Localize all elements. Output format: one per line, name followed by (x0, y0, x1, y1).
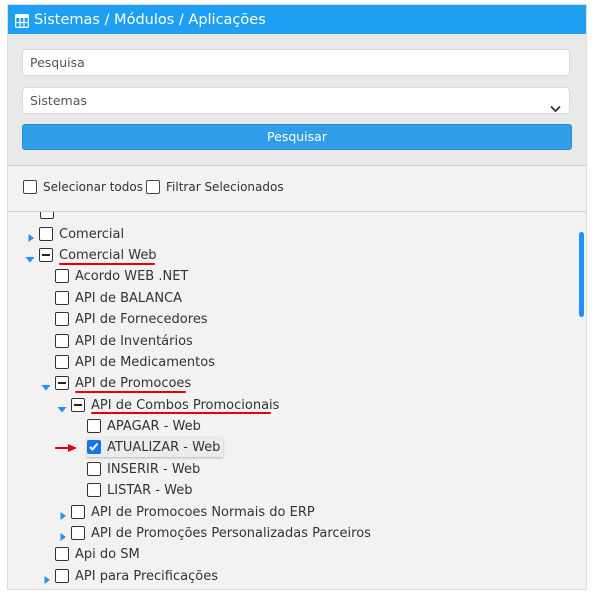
tree-node[interactable]: API de Promocoes Normais do ERP (71, 502, 315, 522)
system-select-value: Sistemas (30, 93, 87, 108)
tree-node-label: ATUALIZAR - Web (107, 439, 221, 455)
tree-checkbox[interactable] (55, 269, 69, 283)
tree-checkbox[interactable] (55, 312, 69, 326)
caret-right-icon[interactable] (58, 506, 68, 520)
tree-node[interactable]: API de Medicamentos (55, 352, 215, 372)
tree-node-label: API de Promoções Personalizadas Parceiro… (91, 525, 371, 541)
caret-down-icon[interactable] (25, 250, 35, 263)
tree-checkbox[interactable] (87, 419, 101, 433)
annotation-underline (75, 391, 186, 393)
tree-checkbox[interactable] (55, 569, 69, 583)
tree-node[interactable]: Comercial (39, 224, 124, 244)
tree-node[interactable]: Api do SM (55, 544, 140, 564)
tree-node-label: Api do SM (75, 546, 140, 562)
caret-right-icon[interactable] (26, 228, 36, 242)
caret-right-icon[interactable] (42, 570, 52, 584)
tree-node[interactable]: API de Inventários (55, 331, 193, 351)
tree-node-label: API para Precificações (75, 568, 218, 584)
tree-checkbox[interactable] (39, 227, 53, 241)
tree-checkbox[interactable] (87, 462, 101, 476)
tree-checkbox[interactable] (55, 334, 69, 348)
tree-node-label: API de Inventários (75, 333, 193, 349)
filter-selected-label: Filtrar Selecionados (166, 180, 284, 194)
tree-node-label: API de Promocoes Normais do ERP (91, 504, 315, 520)
tree-checkbox[interactable] (39, 248, 53, 262)
checkmark-icon (89, 442, 99, 451)
tree-checkbox[interactable] (55, 291, 69, 305)
tree-node-label: API de Medicamentos (75, 354, 215, 370)
tree-node-label: INSERIR - Web (107, 461, 201, 477)
tree-node[interactable]: API para Precificações (55, 566, 218, 586)
tree-checkbox[interactable] (71, 398, 85, 412)
tree-node[interactable]: Acordo WEB .NET (55, 266, 188, 286)
tree-node-label: API de Combos Promocionais (91, 397, 280, 413)
grid-window-icon (14, 13, 30, 28)
tree-node-label: API de Fornecedores (75, 311, 208, 327)
tree-node[interactable]: API de BALANCA (55, 288, 182, 308)
tree-node[interactable]: API de Promocoes (55, 373, 191, 393)
tree-node-label: API de BALANCA (75, 290, 183, 306)
annotation-underline (59, 263, 155, 265)
tree-checkbox[interactable] (55, 376, 69, 390)
tree-scrollbar[interactable] (575, 212, 586, 589)
systems-panel: Sistemas / Módulos / Aplicações Pesquisa… (7, 4, 587, 590)
select-all-checkbox[interactable] (23, 180, 37, 194)
system-tree: Comercial Comercial Web Acordo WEB .NET … (8, 212, 586, 589)
caret-right-icon[interactable] (58, 527, 68, 541)
filter-selected-checkbox[interactable] (146, 180, 160, 194)
tree-checkbox[interactable] (87, 483, 101, 497)
selection-options: Selecionar todos Filtrar Selecionados (8, 166, 586, 211)
tree-node-label: LISTAR - Web (107, 482, 193, 498)
filter-area: Pesquisa Sistemas Pesquisar (8, 34, 586, 165)
tree-node[interactable]: INSERIR - Web (87, 459, 200, 479)
tree-checkbox[interactable] (55, 355, 69, 369)
select-all-label: Selecionar todos (43, 180, 143, 194)
scrollbar-thumb[interactable] (579, 232, 584, 317)
tree-checkbox[interactable] (71, 526, 85, 540)
tree-node[interactable]: LISTAR - Web (87, 480, 192, 500)
tree-checkbox-checked[interactable] (87, 440, 101, 454)
search-button[interactable]: Pesquisar (22, 124, 572, 150)
tree-node-label: APAGAR - Web (107, 418, 201, 434)
tree-node-selected[interactable]: ATUALIZAR - Web (87, 437, 224, 457)
caret-down-icon[interactable] (57, 400, 67, 413)
tree-checkbox[interactable] (55, 547, 69, 561)
system-select[interactable]: Sistemas (22, 87, 570, 114)
tree-checkbox[interactable] (40, 212, 54, 219)
annotation-underline (91, 412, 271, 414)
caret-down-icon[interactable] (41, 378, 51, 391)
tree-node[interactable]: API de Promoções Personalizadas Parceiro… (71, 523, 371, 543)
search-input[interactable]: Pesquisa (22, 49, 570, 76)
tree-node[interactable]: API de Fornecedores (55, 309, 208, 329)
tree-node-label: Acordo WEB .NET (75, 268, 189, 284)
tree-checkbox[interactable] (71, 505, 85, 519)
tree-node-label: API de Promocoes (75, 375, 192, 391)
panel-header: Sistemas / Módulos / Aplicações (8, 5, 586, 34)
chevron-down-icon (550, 96, 561, 122)
tree-node[interactable]: APAGAR - Web (87, 416, 201, 436)
annotation-arrow-icon (54, 438, 78, 457)
panel-title: Sistemas / Módulos / Aplicações (34, 11, 266, 28)
tree-node[interactable]: Comercial Web (39, 245, 157, 265)
tree-node-label: Comercial (59, 226, 125, 242)
tree-node-label: Comercial Web (59, 247, 157, 263)
